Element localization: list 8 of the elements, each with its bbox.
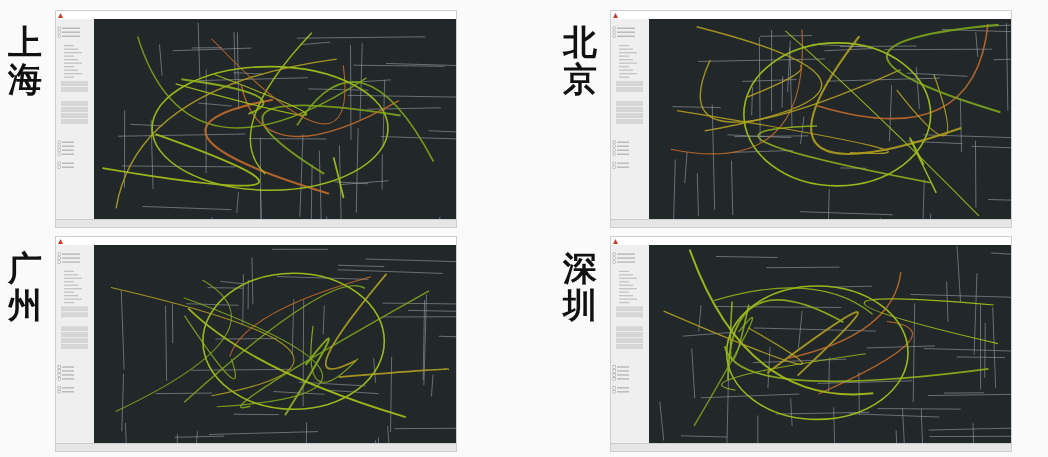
city-label: 广州 — [8, 250, 42, 325]
city-label: 深圳 — [563, 250, 597, 325]
app-icon — [613, 12, 618, 18]
app-icon — [613, 238, 618, 244]
app-icon — [58, 238, 63, 244]
city-label: 北京 — [563, 24, 597, 99]
app-icon — [58, 12, 63, 18]
city-label: 上海 — [8, 24, 42, 99]
